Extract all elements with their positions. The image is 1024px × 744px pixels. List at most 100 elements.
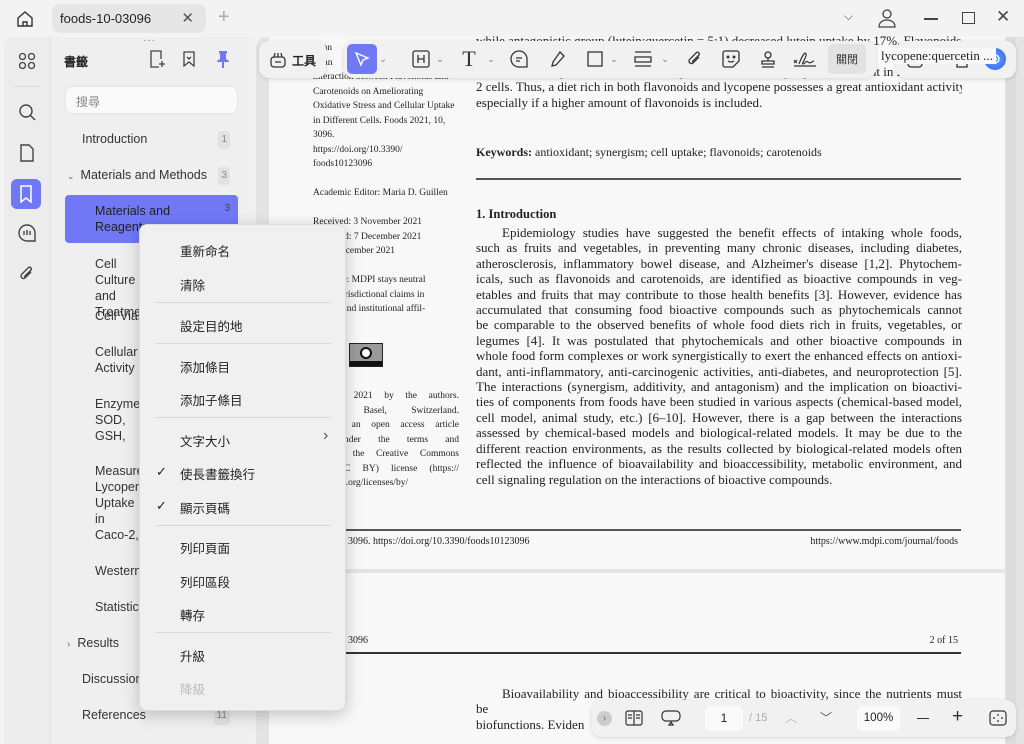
chevron-down-icon[interactable]: ⌵ xyxy=(844,9,853,24)
icon-rail xyxy=(4,37,50,744)
bookmark-item[interactable]: Western xyxy=(95,563,141,579)
tools-button[interactable]: 工具 xyxy=(259,41,326,78)
menu-item-rename[interactable]: 重新命名 xyxy=(180,241,230,260)
divider xyxy=(313,652,961,654)
title-bar: foods-10-03096 ✕ + ⌵ ✕ xyxy=(0,0,1024,36)
chevron-down-icon[interactable]: ⌄ xyxy=(378,41,388,77)
text-line: accumulated that consuming food bioactiv… xyxy=(476,302,962,318)
page-number-input[interactable]: 1 xyxy=(705,706,743,731)
bookmark-icon[interactable] xyxy=(11,179,41,209)
text-line: Oxidative Stress and Cellular Uptake xyxy=(313,101,455,111)
text-line: whole food form complexes or work synerg… xyxy=(476,348,962,364)
pdf-page-1: ationZhaninteraction between Flavonoids … xyxy=(269,33,1005,569)
search-icon[interactable] xyxy=(16,101,38,123)
fit-page-icon[interactable] xyxy=(988,700,1008,736)
text-line: lycopene:quercetin ... xyxy=(878,48,996,64)
text-line: atherosclerosis, inflammatory bowel dise… xyxy=(476,255,962,271)
expand-icon[interactable]: › xyxy=(597,711,612,726)
chevron-down-icon[interactable]: ⌄ xyxy=(67,171,75,181)
minimize-icon[interactable] xyxy=(924,18,938,20)
bookmark-item[interactable]: ⌄ Materials and Methods 3 xyxy=(67,167,230,185)
page-icon[interactable] xyxy=(16,142,38,164)
next-page-icon[interactable]: ﹀ xyxy=(820,709,832,726)
pin-icon[interactable] xyxy=(213,49,233,69)
bookmark-item[interactable]: Discussion xyxy=(82,671,142,687)
tools-label: 工具 xyxy=(292,54,317,68)
section-title: 1. Introduction xyxy=(476,207,557,221)
previous-page-icon[interactable]: ︿ xyxy=(785,709,797,726)
text-line: ties of components from foods have been … xyxy=(476,394,962,410)
text-line: in Different Cells. Foods 2021, 10, 3096… xyxy=(313,115,446,141)
menu-item-delete[interactable]: 清除 xyxy=(180,275,205,294)
bookmark-search-input[interactable]: 搜尋 xyxy=(65,86,238,114)
menu-item-set-destination[interactable]: 設定目的地 xyxy=(180,316,243,335)
two-page-view-icon[interactable] xyxy=(624,700,644,736)
divider xyxy=(476,178,961,180)
menu-item-show-page-numbers[interactable]: 顯示頁碼 xyxy=(180,498,230,517)
menu-item-wrap-bookmarks[interactable]: 使長書籤換行 xyxy=(180,464,255,483)
measure-tool-icon[interactable] xyxy=(632,41,654,77)
footer-url: https://www.mdpi.com/journal/foods xyxy=(810,536,958,547)
text-line: icals, such as flavonoids and carotenoid… xyxy=(476,271,962,287)
chevron-down-icon[interactable]: ⌄ xyxy=(609,41,619,77)
text-line: especially if a higher amount of flavono… xyxy=(476,94,763,110)
comment-icon[interactable] xyxy=(16,222,38,244)
bookmark-item[interactable]: Enzyme SOD, GSH, CAT xyxy=(95,396,141,444)
signature-icon[interactable] xyxy=(792,41,818,77)
close-tab-icon[interactable]: ✕ xyxy=(181,9,194,27)
zoom-level[interactable]: 100% xyxy=(857,706,900,731)
check-icon: ✓ xyxy=(156,464,167,479)
maximize-icon[interactable] xyxy=(962,12,975,24)
bookmark-item[interactable]: Introduction 1 xyxy=(82,131,230,149)
heading-tool-icon[interactable] xyxy=(410,41,432,77)
page-navigation-bar: › 1 / 15 ︿ ﹀ 100% + xyxy=(592,700,1016,737)
chevron-right-icon[interactable]: › xyxy=(67,639,70,650)
account-icon[interactable] xyxy=(876,7,898,29)
document-tab[interactable]: foods-10-03096 ✕ xyxy=(52,4,206,33)
bookmark-item[interactable]: Cell Viability xyxy=(95,308,143,324)
bookmark-item[interactable]: Measurement Lycopene Uptake in Caco-2, C… xyxy=(95,463,141,543)
zoom-out-icon[interactable] xyxy=(917,718,929,720)
menu-item-print-page[interactable]: 列印頁面 xyxy=(180,538,230,557)
scrollbar[interactable] xyxy=(1006,37,1016,744)
text-line: legumes [4]. It was postulated that phyt… xyxy=(476,332,962,348)
home-icon[interactable] xyxy=(14,8,36,30)
note-tool-icon[interactable] xyxy=(508,41,530,77)
menu-item-text-size[interactable]: 文字大小 xyxy=(180,431,230,450)
zoom-in-icon[interactable]: + xyxy=(952,706,963,728)
text-line: reflected the influence of bioavailabili… xyxy=(476,456,962,472)
attachment-icon[interactable] xyxy=(684,41,706,77)
highlighter-icon[interactable] xyxy=(546,41,568,77)
menu-item-add-entry[interactable]: 添加條目 xyxy=(180,357,230,376)
bookmark-item[interactable]: › Results xyxy=(67,635,119,653)
chevron-down-icon[interactable]: ⌄ xyxy=(660,41,670,77)
presentation-icon[interactable] xyxy=(660,700,682,736)
bookmark-toggle-icon[interactable] xyxy=(179,49,199,69)
text-line: Academic Editor: Maria D. Guillen xyxy=(313,188,448,198)
new-tab-icon[interactable]: + xyxy=(218,6,230,29)
toolbox-icon xyxy=(268,50,288,70)
thumbnails-icon[interactable] xyxy=(16,50,38,72)
drag-handle[interactable]: ··· xyxy=(143,35,156,46)
shape-tool-icon[interactable] xyxy=(584,41,606,77)
text-tool-icon[interactable]: T xyxy=(458,41,480,77)
menu-item-print-section[interactable]: 列印區段 xyxy=(180,572,230,591)
menu-item-add-child[interactable]: 添加子條目 xyxy=(180,390,243,409)
text-line: foods10123096 xyxy=(313,159,373,169)
sticker-icon[interactable] xyxy=(720,41,742,77)
close-window-icon[interactable]: ✕ xyxy=(996,7,1010,27)
attachment-icon[interactable] xyxy=(16,263,38,285)
text-line: etables and fruits that may contribute t… xyxy=(476,286,962,302)
chevron-down-icon[interactable]: ⌄ xyxy=(435,41,445,77)
cc-by-logo xyxy=(349,343,383,367)
bookmark-item[interactable]: Cellular Activity xyxy=(95,344,143,376)
menu-item-promote[interactable]: 升級 xyxy=(180,646,205,665)
select-tool-icon[interactable] xyxy=(347,44,377,74)
bookmark-item[interactable]: Statistical xyxy=(95,599,141,615)
stamp-icon[interactable] xyxy=(757,41,779,77)
text-line: https://doi.org/10.3390/ xyxy=(313,144,403,155)
close-toolbar-button[interactable]: 關閉 xyxy=(828,44,866,74)
add-bookmark-icon[interactable] xyxy=(147,49,167,69)
menu-item-export[interactable]: 轉存 xyxy=(180,605,205,624)
chevron-down-icon[interactable]: ⌄ xyxy=(486,41,496,77)
